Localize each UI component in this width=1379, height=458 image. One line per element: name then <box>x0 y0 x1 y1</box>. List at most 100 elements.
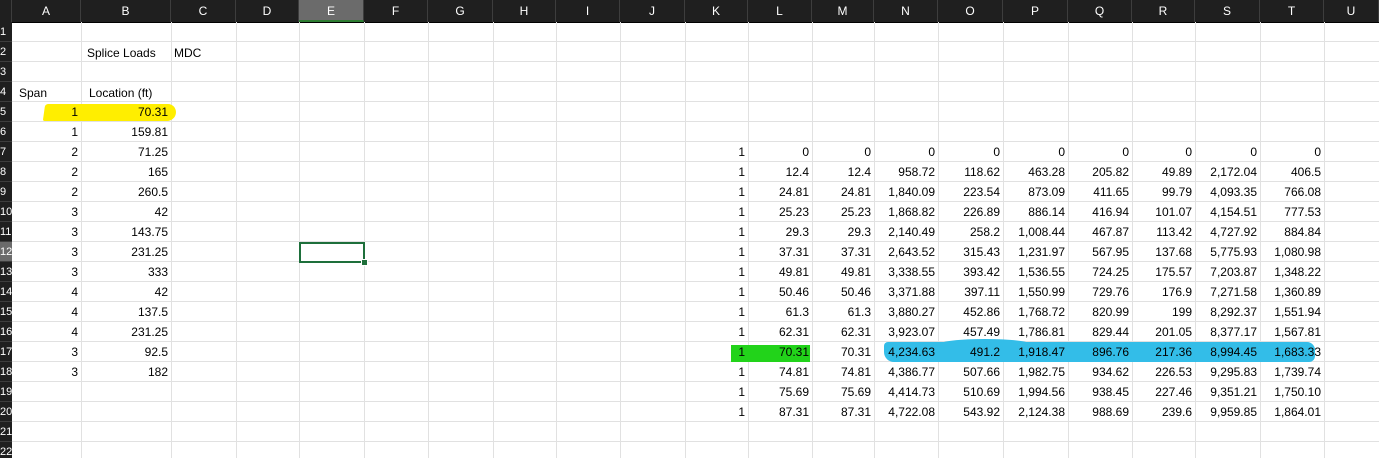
cell-m10[interactable]: 25.23 <box>812 202 874 222</box>
cell-o10[interactable]: 226.89 <box>938 202 1003 222</box>
row-header-3[interactable]: 3 <box>0 62 12 82</box>
column-header-e[interactable]: E <box>299 0 364 22</box>
cell-k13[interactable]: 1 <box>685 262 748 282</box>
cell-q10[interactable]: 416.94 <box>1068 202 1132 222</box>
row-header-5[interactable]: 5 <box>0 102 12 122</box>
cell-t15[interactable]: 1,551.94 <box>1260 302 1324 322</box>
cell-s12[interactable]: 5,775.93 <box>1195 242 1260 262</box>
column-header-m[interactable]: M <box>812 0 874 22</box>
row-header-1[interactable]: 1 <box>0 22 12 42</box>
cell-n18[interactable]: 4,386.77 <box>874 362 938 382</box>
column-header-d[interactable]: D <box>236 0 299 22</box>
cell-s10[interactable]: 4,154.51 <box>1195 202 1260 222</box>
active-cell-selection[interactable] <box>299 242 365 263</box>
cell-n7[interactable]: 0 <box>874 142 938 162</box>
cell-t11[interactable]: 884.84 <box>1260 222 1324 242</box>
column-header-p[interactable]: P <box>1003 0 1068 22</box>
cell-r7[interactable]: 0 <box>1132 142 1195 162</box>
cell-t18[interactable]: 1,739.74 <box>1260 362 1324 382</box>
cell-m8[interactable]: 12.4 <box>812 162 874 182</box>
cell-t9[interactable]: 766.08 <box>1260 182 1324 202</box>
cell-p12[interactable]: 1,231.97 <box>1003 242 1068 262</box>
cell-k16[interactable]: 1 <box>685 322 748 342</box>
cell-m13[interactable]: 49.81 <box>812 262 874 282</box>
cell-q11[interactable]: 467.87 <box>1068 222 1132 242</box>
cell-m18[interactable]: 74.81 <box>812 362 874 382</box>
row-header-14[interactable]: 14 <box>0 282 12 302</box>
cell-a15[interactable]: 4 <box>12 302 81 322</box>
cell-t7[interactable]: 0 <box>1260 142 1324 162</box>
cell-r9[interactable]: 99.79 <box>1132 182 1195 202</box>
cell-a17[interactable]: 3 <box>12 342 81 362</box>
cell-a11[interactable]: 3 <box>12 222 81 242</box>
cell-t14[interactable]: 1,360.89 <box>1260 282 1324 302</box>
cell-s16[interactable]: 8,377.17 <box>1195 322 1260 342</box>
cell-k8[interactable]: 1 <box>685 162 748 182</box>
cell-m14[interactable]: 50.46 <box>812 282 874 302</box>
cell-q15[interactable]: 820.99 <box>1068 302 1132 322</box>
cell-r18[interactable]: 226.53 <box>1132 362 1195 382</box>
cell-a10[interactable]: 3 <box>12 202 81 222</box>
cell-b5[interactable]: 70.31 <box>81 102 171 122</box>
cell-r15[interactable]: 199 <box>1132 302 1195 322</box>
cell-p9[interactable]: 873.09 <box>1003 182 1068 202</box>
cell-l7[interactable]: 0 <box>748 142 812 162</box>
cell-a18[interactable]: 3 <box>12 362 81 382</box>
column-header-o[interactable]: O <box>938 0 1003 22</box>
cell-b13[interactable]: 333 <box>81 262 171 282</box>
cell-b14[interactable]: 42 <box>81 282 171 302</box>
cell-b15[interactable]: 137.5 <box>81 302 171 322</box>
cell-a8[interactable]: 2 <box>12 162 81 182</box>
cell-b16[interactable]: 231.25 <box>81 322 171 342</box>
cell-b18[interactable]: 182 <box>81 362 171 382</box>
cell-o12[interactable]: 315.43 <box>938 242 1003 262</box>
cell-k14[interactable]: 1 <box>685 282 748 302</box>
cell-a4[interactable]: Span <box>16 83 50 103</box>
cell-q17[interactable]: 896.76 <box>1068 342 1132 362</box>
cell-s13[interactable]: 7,203.87 <box>1195 262 1260 282</box>
cell-t13[interactable]: 1,348.22 <box>1260 262 1324 282</box>
cell-a6[interactable]: 1 <box>12 122 81 142</box>
column-header-s[interactable]: S <box>1195 0 1260 22</box>
cell-s9[interactable]: 4,093.35 <box>1195 182 1260 202</box>
cell-r13[interactable]: 175.57 <box>1132 262 1195 282</box>
cell-o8[interactable]: 118.62 <box>938 162 1003 182</box>
cell-k15[interactable]: 1 <box>685 302 748 322</box>
cell-n15[interactable]: 3,880.27 <box>874 302 938 322</box>
cell-o15[interactable]: 452.86 <box>938 302 1003 322</box>
cell-l17[interactable]: 70.31 <box>748 342 812 362</box>
cell-q13[interactable]: 724.25 <box>1068 262 1132 282</box>
row-header-20[interactable]: 20 <box>0 402 12 422</box>
cell-t10[interactable]: 777.53 <box>1260 202 1324 222</box>
row-header-12[interactable]: 12 <box>0 242 12 262</box>
cell-m11[interactable]: 29.3 <box>812 222 874 242</box>
cell-k19[interactable]: 1 <box>685 382 748 402</box>
row-header-10[interactable]: 10 <box>0 202 12 222</box>
cell-l19[interactable]: 75.69 <box>748 382 812 402</box>
cell-r11[interactable]: 113.42 <box>1132 222 1195 242</box>
cell-r14[interactable]: 176.9 <box>1132 282 1195 302</box>
cell-n19[interactable]: 4,414.73 <box>874 382 938 402</box>
cell-o17[interactable]: 491.2 <box>938 342 1003 362</box>
cell-o11[interactable]: 258.2 <box>938 222 1003 242</box>
column-header-g[interactable]: G <box>428 0 493 22</box>
row-header-2[interactable]: 2 <box>0 42 12 62</box>
cell-o19[interactable]: 510.69 <box>938 382 1003 402</box>
row-header-21[interactable]: 21 <box>0 422 12 442</box>
cell-q16[interactable]: 829.44 <box>1068 322 1132 342</box>
row-header-9[interactable]: 9 <box>0 182 12 202</box>
cell-n13[interactable]: 3,338.55 <box>874 262 938 282</box>
column-header-a[interactable]: A <box>12 0 81 22</box>
row-header-19[interactable]: 19 <box>0 382 12 402</box>
column-header-l[interactable]: L <box>748 0 812 22</box>
cell-b12[interactable]: 231.25 <box>81 242 171 262</box>
cell-l9[interactable]: 24.81 <box>748 182 812 202</box>
cell-s7[interactable]: 0 <box>1195 142 1260 162</box>
cell-l8[interactable]: 12.4 <box>748 162 812 182</box>
cell-l10[interactable]: 25.23 <box>748 202 812 222</box>
row-header-16[interactable]: 16 <box>0 322 12 342</box>
cell-r17[interactable]: 217.36 <box>1132 342 1195 362</box>
cell-m19[interactable]: 75.69 <box>812 382 874 402</box>
cell-b10[interactable]: 42 <box>81 202 171 222</box>
cell-q12[interactable]: 567.95 <box>1068 242 1132 262</box>
